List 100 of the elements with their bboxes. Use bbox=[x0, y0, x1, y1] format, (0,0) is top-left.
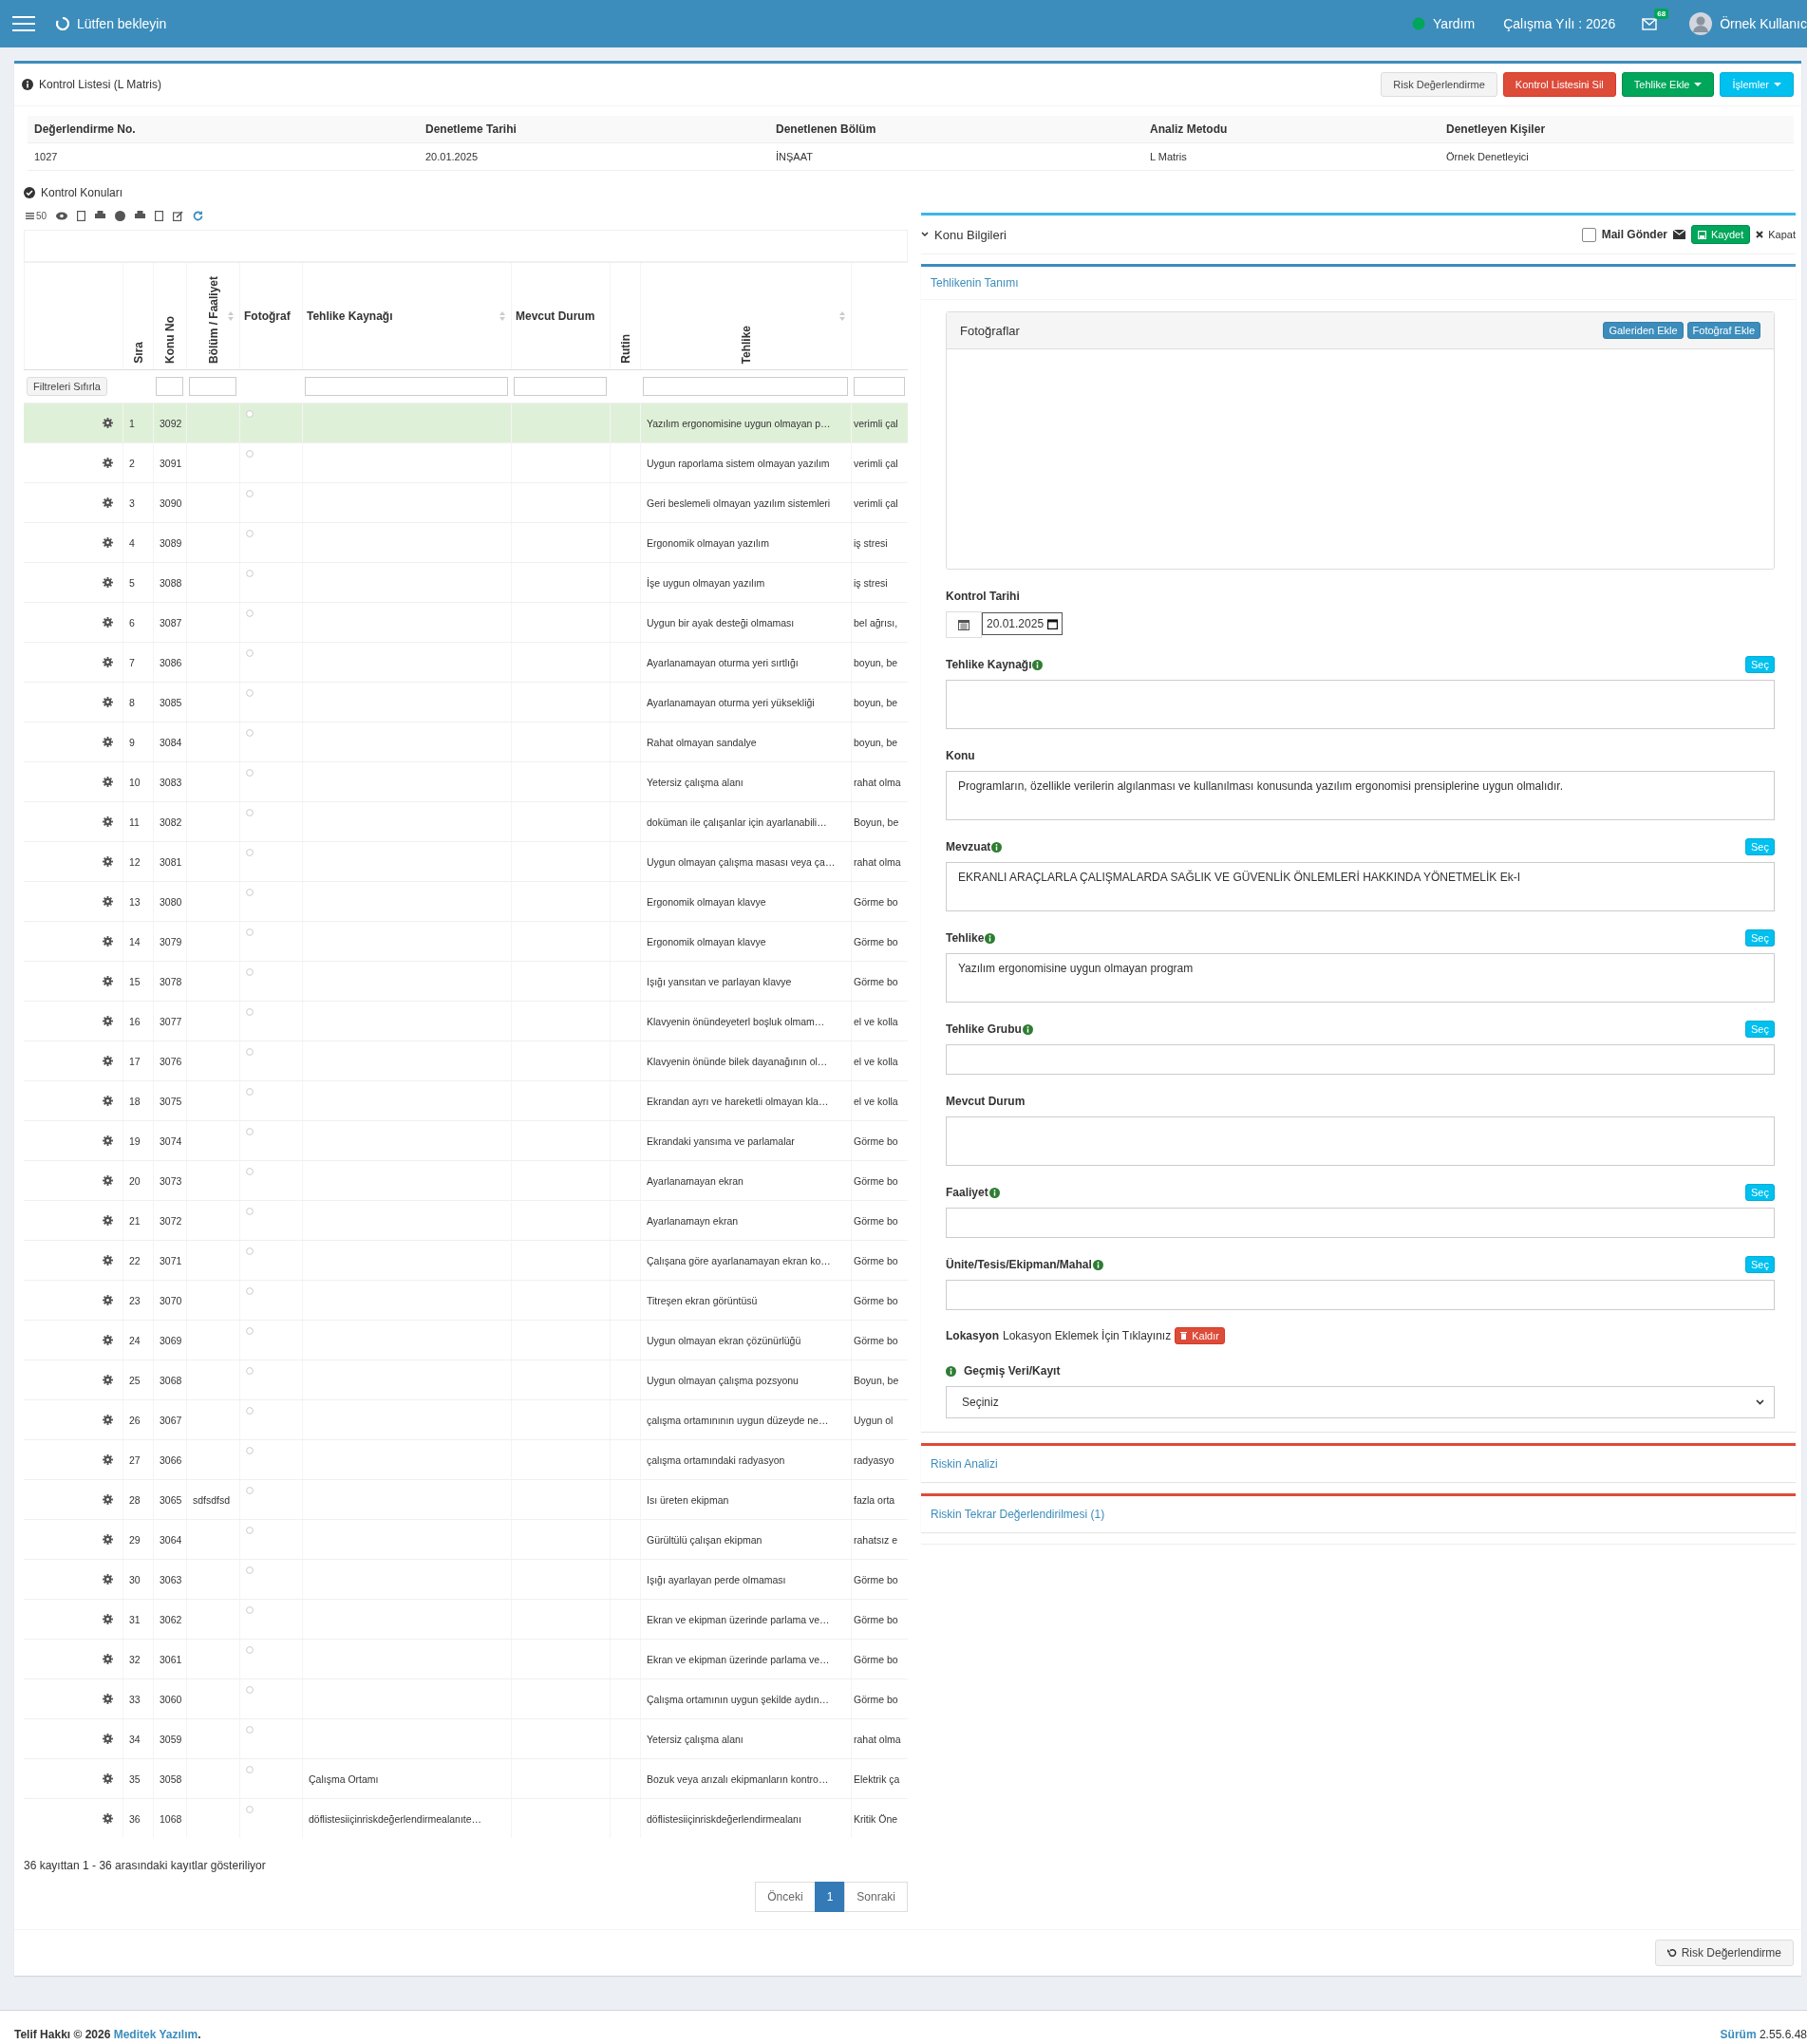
column-header[interactable]: Tehlike bbox=[739, 325, 753, 364]
file-icon[interactable] bbox=[77, 210, 86, 221]
filter-field[interactable] bbox=[305, 377, 508, 396]
column-header[interactable]: Konu No bbox=[163, 316, 177, 364]
table-row[interactable]: 17 3076 Klavyenin önünde bilek dayanağının ol… el ve kolla bbox=[24, 1041, 908, 1080]
filter-field[interactable] bbox=[854, 377, 905, 396]
table-row[interactable]: 4 3089 Ergonomik olmayan yazılım iş stresi bbox=[24, 522, 908, 562]
filter-field[interactable] bbox=[156, 377, 183, 396]
reset-filters-button[interactable]: Filtreleri Sıfırla bbox=[27, 377, 107, 396]
gear-icon[interactable] bbox=[103, 1096, 113, 1106]
gear-icon[interactable] bbox=[103, 1654, 113, 1664]
table-row[interactable]: 2 3091 Uygun raporlama sistem olmayan yazılım verimli çal bbox=[24, 442, 908, 482]
table-row[interactable]: 25 3068 Uygun olmayan çalışma pozsyonu Boyun, be bbox=[24, 1360, 908, 1399]
table-row[interactable]: 34 3059 Yetersiz çalışma alanı rahat olma bbox=[24, 1718, 908, 1758]
eye-icon[interactable] bbox=[56, 211, 68, 220]
input-field[interactable] bbox=[946, 1044, 1775, 1075]
column-header[interactable]: Sıra bbox=[131, 342, 145, 364]
table-row[interactable]: 32 3061 Ekran ve ekipman üzerinde parlama ve… Görme bo bbox=[24, 1639, 908, 1678]
refresh-icon[interactable] bbox=[193, 210, 204, 221]
table-row[interactable]: 7 3086 Ayarlanamayan oturma yeri sırtlığı boyun, be bbox=[24, 642, 908, 682]
table-row[interactable]: 9 3084 Rahat olmayan sandalye boyun, be bbox=[24, 722, 908, 761]
table-row[interactable]: 16 3077 Klavyenin önündeyeterl boşluk olmam… el ve kolla bbox=[24, 1001, 908, 1041]
table-row[interactable]: 6 3087 Uygun bir ayak desteği olmaması bel ağrısı, bbox=[24, 602, 908, 642]
section-link[interactable]: Riskin Tekrar Değerlendirilmesi (1) bbox=[931, 1508, 1105, 1521]
date-field[interactable]: 20.01.2025 bbox=[982, 612, 1063, 635]
gear-icon[interactable] bbox=[103, 1454, 113, 1465]
section-link[interactable]: Riskin Analizi bbox=[931, 1457, 998, 1471]
table-row[interactable]: 27 3066 çalışma ortamındaki radyasyon radyasyo bbox=[24, 1439, 908, 1479]
table-row[interactable]: 30 3063 Işığı ayarlayan perde olmaması Görme bo bbox=[24, 1559, 908, 1599]
gear-icon[interactable] bbox=[103, 976, 113, 986]
chevron-icon[interactable] bbox=[921, 232, 929, 237]
gear-icon[interactable] bbox=[103, 1574, 113, 1585]
table-row[interactable]: 31 3062 Ekran ve ekipman üzerinde parlama ve… Görme bo bbox=[24, 1599, 908, 1639]
table-row[interactable]: 5 3088 İşe uygun olmayan yazılım iş stresi bbox=[24, 562, 908, 602]
gear-icon[interactable] bbox=[103, 1614, 113, 1624]
column-header[interactable]: Tehlike Kaynağı bbox=[307, 309, 393, 323]
table-row[interactable]: 19 3074 Ekrandaki yansıma ve parlamalar Görme bo bbox=[24, 1120, 908, 1160]
risk-assessment-button[interactable]: Risk Değerlendirme bbox=[1654, 1940, 1794, 1966]
gear-icon[interactable] bbox=[103, 617, 113, 628]
text-area[interactable]: EKRANLI ARAÇLARLA ÇALIŞMALARDA SAĞLIK VE GÜVENLİK ÖNLEMLERİ HAKKINDA YÖNETMELİK Ek-I bbox=[946, 862, 1775, 911]
gear-icon[interactable] bbox=[103, 1694, 113, 1704]
menu-icon[interactable] bbox=[12, 16, 35, 31]
close-button[interactable]: Kapat bbox=[1756, 229, 1796, 240]
gear-icon[interactable] bbox=[103, 537, 113, 548]
gear-icon[interactable] bbox=[103, 1494, 113, 1505]
gear-icon[interactable] bbox=[103, 1773, 113, 1784]
gear-icon[interactable] bbox=[103, 1415, 113, 1425]
mail-icon[interactable] bbox=[1642, 17, 1658, 30]
filter-field[interactable] bbox=[643, 377, 848, 396]
mail-checkbox[interactable] bbox=[1581, 227, 1596, 242]
table-row[interactable]: 24 3069 Uygun olmayan ekran çözünürlüğü Görme bo bbox=[24, 1320, 908, 1360]
table-row[interactable]: 12 3081 Uygun olmayan çalışma masası veya ça… rahat olma bbox=[24, 841, 908, 881]
filter-field[interactable] bbox=[514, 377, 607, 396]
gear-icon[interactable] bbox=[103, 856, 113, 867]
gear-icon[interactable] bbox=[103, 577, 113, 588]
column-header[interactable]: Fotoğraf bbox=[244, 309, 291, 323]
table-row[interactable]: 33 3060 Çalışma ortamının uygun şekilde aydın… Görme bo bbox=[24, 1678, 908, 1718]
file-icon[interactable] bbox=[155, 210, 164, 221]
gear-icon[interactable] bbox=[103, 1813, 113, 1824]
gear-icon[interactable] bbox=[103, 1175, 113, 1186]
previous-page-button[interactable]: Önceki bbox=[755, 1882, 816, 1912]
action-button[interactable]: Kontrol Listesini Sil bbox=[1502, 72, 1616, 97]
history-select[interactable]: Seçiniz bbox=[946, 1386, 1775, 1418]
filter-field[interactable] bbox=[189, 377, 236, 396]
photo-button[interactable]: Galeriden Ekle bbox=[1603, 322, 1684, 339]
table-row[interactable]: 35 3058 Çalışma Ortamı Bozuk veya arızalı ekipmanların kontro… Elektrik ça bbox=[24, 1758, 908, 1798]
table-row[interactable]: 1 3092 Yazılım ergonomisine uygun olmayan p… verimli çal bbox=[24, 403, 908, 442]
table-row[interactable]: 8 3085 Ayarlanamayan oturma yeri yüksekliği boyun, be bbox=[24, 682, 908, 722]
gear-icon[interactable] bbox=[103, 1335, 113, 1345]
gear-icon[interactable] bbox=[103, 936, 113, 947]
location-link[interactable]: Lokasyon Eklemek İçin Tıklayınız bbox=[1003, 1329, 1172, 1342]
gear-icon[interactable] bbox=[103, 458, 113, 468]
table-row[interactable]: 11 3082 doküman ile çalışanlar için ayarlanabili… Boyun, be bbox=[24, 801, 908, 841]
print-icon[interactable] bbox=[95, 211, 106, 220]
gear-icon[interactable] bbox=[103, 1375, 113, 1385]
table-row[interactable]: 29 3064 Gürültülü çalışan ekipman rahatsız e bbox=[24, 1519, 908, 1559]
gear-icon[interactable] bbox=[103, 777, 113, 787]
gear-icon[interactable] bbox=[103, 1056, 113, 1066]
print-icon[interactable] bbox=[135, 211, 146, 220]
table-row[interactable]: 26 3067 çalışma ortamınının uygun düzeyde ne… Uygun ol bbox=[24, 1399, 908, 1439]
gear-icon[interactable] bbox=[103, 1215, 113, 1226]
gear-icon[interactable] bbox=[103, 1255, 113, 1266]
table-row[interactable]: 18 3075 Ekrandan ayrı ve hareketli olmayan kla… el ve kolla bbox=[24, 1080, 908, 1120]
action-button[interactable]: Risk Değerlendirme bbox=[1381, 72, 1497, 97]
text-area[interactable]: Yazılım ergonomisine uygun olmayan program bbox=[946, 953, 1775, 1003]
remove-button[interactable]: Kaldır bbox=[1175, 1327, 1225, 1344]
section-link[interactable]: Tehlikenin Tanımı bbox=[931, 276, 1019, 290]
column-header[interactable]: Rutin bbox=[618, 334, 632, 364]
gear-icon[interactable] bbox=[103, 737, 113, 747]
gear-icon[interactable] bbox=[103, 1534, 113, 1545]
gear-icon[interactable] bbox=[103, 896, 113, 907]
table-row[interactable]: 28 3065 sdfsdfsd Isı üreten ekipman fazla orta bbox=[24, 1479, 908, 1519]
table-row[interactable]: 13 3080 Ergonomik olmayan klavye Görme bo bbox=[24, 881, 908, 921]
table-row[interactable]: 23 3070 Titreşen ekran görüntüsü Görme bo bbox=[24, 1280, 908, 1320]
user-name[interactable]: Örnek Kullanıc bbox=[1720, 16, 1807, 31]
photo-button[interactable]: Fotoğraf Ekle bbox=[1686, 322, 1760, 339]
table-row[interactable]: 21 3072 Ayarlanamayn ekran Görme bo bbox=[24, 1200, 908, 1240]
gear-icon[interactable] bbox=[103, 1734, 113, 1744]
gear-icon[interactable] bbox=[103, 497, 113, 508]
next-page-button[interactable]: Sonraki bbox=[844, 1882, 908, 1912]
